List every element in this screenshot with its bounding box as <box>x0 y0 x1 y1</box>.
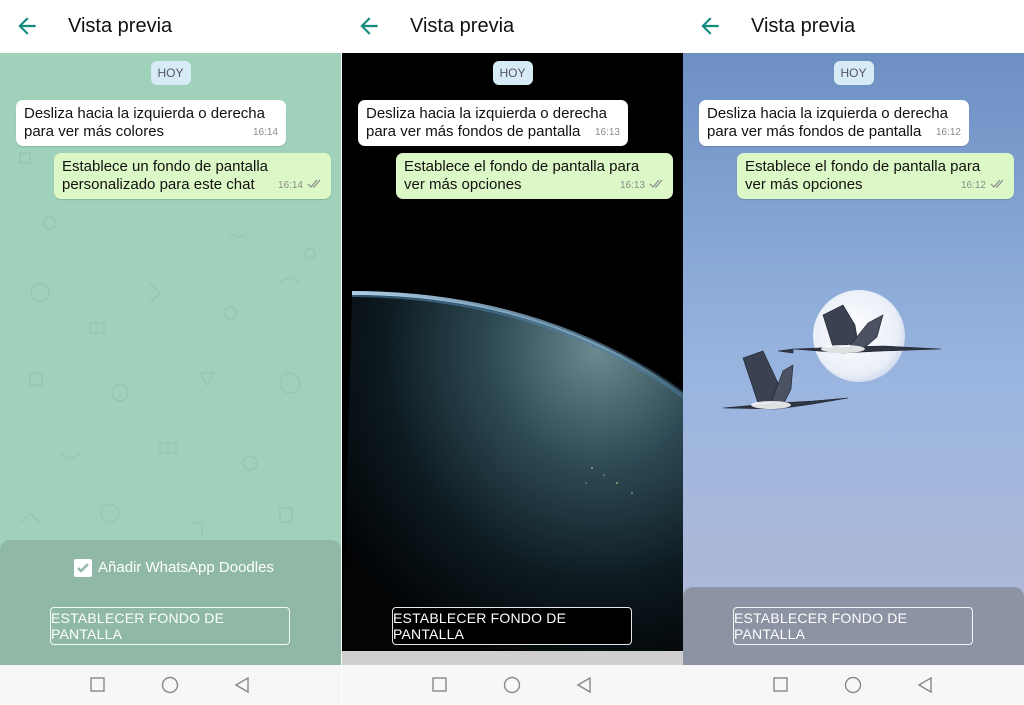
set-wallpaper-button[interactable]: ESTABLECER FONDO DE PANTALLA <box>50 607 290 645</box>
app-header: Vista previa <box>683 0 1024 53</box>
double-check-icon <box>990 179 1004 188</box>
doodles-checkbox[interactable] <box>74 559 92 577</box>
message-time: 16:12 <box>935 127 961 138</box>
page-title: Vista previa <box>68 15 173 37</box>
message-text: Desliza hacia la izquierda o derecha <box>707 105 948 122</box>
date-chip: HOY <box>833 61 874 85</box>
double-check-icon <box>649 179 663 188</box>
app-header: Vista previa <box>342 0 683 53</box>
app-header: Vista previa <box>0 0 341 53</box>
incoming-message: Desliza hacia la izquierda o derecha par… <box>699 100 969 146</box>
square-recents-icon[interactable] <box>431 676 449 694</box>
message-meta: 16:13 <box>620 177 665 195</box>
date-chip: HOY <box>492 61 533 85</box>
outgoing-message: Establece el fondo de pantalla para ver … <box>737 153 1014 199</box>
message-text: Desliza hacia la izquierda o derecha <box>24 105 265 122</box>
incoming-message: Desliza hacia la izquierda o derecha par… <box>16 100 286 146</box>
message-text: Establece el fondo de pantalla para <box>745 158 981 175</box>
message-time: 16:12 <box>960 180 986 191</box>
message-meta: 16:14 <box>278 177 323 195</box>
message-time: 16:13 <box>619 180 645 191</box>
arrow-left-icon[interactable] <box>356 13 382 39</box>
triangle-back-icon[interactable] <box>916 676 934 694</box>
doodles-label[interactable]: Añadir WhatsApp Doodles <box>98 559 274 576</box>
triangle-back-icon[interactable] <box>233 676 251 694</box>
message-meta: 16:12 <box>961 177 1006 195</box>
message-text: para ver más fondos de pantalla <box>707 123 922 140</box>
arrow-left-icon[interactable] <box>14 13 40 39</box>
system-navbar <box>342 665 683 705</box>
message-time: 16:13 <box>594 127 620 138</box>
message-text: para ver más fondos de pantalla <box>366 123 581 140</box>
square-recents-icon[interactable] <box>89 676 107 694</box>
circle-home-icon[interactable] <box>161 676 179 694</box>
message-time: 16:14 <box>252 127 278 138</box>
system-navbar <box>683 665 1024 705</box>
bottom-controls: ESTABLECER FONDO DE PANTALLA <box>683 587 1024 665</box>
outgoing-message: Establece el fondo de pantalla para ver … <box>396 153 673 199</box>
preview-panel-cranes: Vista previa HOY Desliza hacia la izquie… <box>683 0 1024 705</box>
bottom-controls: Añadir WhatsApp Doodles ESTABLECER FONDO… <box>0 540 341 665</box>
message-text: Desliza hacia la izquierda o derecha <box>366 105 607 122</box>
square-recents-icon[interactable] <box>772 676 790 694</box>
check-icon <box>77 563 89 573</box>
page-title: Vista previa <box>751 15 856 37</box>
preview-panel-color: Vista previa HOY Desliza hacia la izquie… <box>0 0 341 705</box>
date-chip: HOY <box>150 61 191 85</box>
page-title: Vista previa <box>410 15 515 37</box>
wallpaper-preview: HOY Desliza hacia la izquierda o derecha… <box>683 53 1024 665</box>
message-text: para ver más colores <box>24 123 165 140</box>
preview-panel-earth: Vista previa HOY Desliza hacia la izquie… <box>342 0 683 705</box>
system-navbar <box>0 665 341 705</box>
incoming-message: Desliza hacia la izquierda o derecha par… <box>358 100 628 146</box>
triangle-back-icon[interactable] <box>575 676 593 694</box>
double-check-icon <box>307 179 321 188</box>
message-text: Establece el fondo de pantalla para <box>404 158 640 175</box>
circle-home-icon[interactable] <box>503 676 521 694</box>
set-wallpaper-button[interactable]: ESTABLECER FONDO DE PANTALLA <box>392 607 632 645</box>
set-wallpaper-button[interactable]: ESTABLECER FONDO DE PANTALLA <box>733 607 973 645</box>
outgoing-message: Establece un fondo de pantalla personali… <box>54 153 331 199</box>
message-text: Establece un fondo de pantalla <box>62 158 268 175</box>
wallpaper-preview: HOY Desliza hacia la izquierda o derecha… <box>342 53 683 665</box>
message-time: 16:14 <box>277 180 303 191</box>
bottom-strip <box>342 651 683 665</box>
circle-home-icon[interactable] <box>844 676 862 694</box>
arrow-left-icon[interactable] <box>697 13 723 39</box>
